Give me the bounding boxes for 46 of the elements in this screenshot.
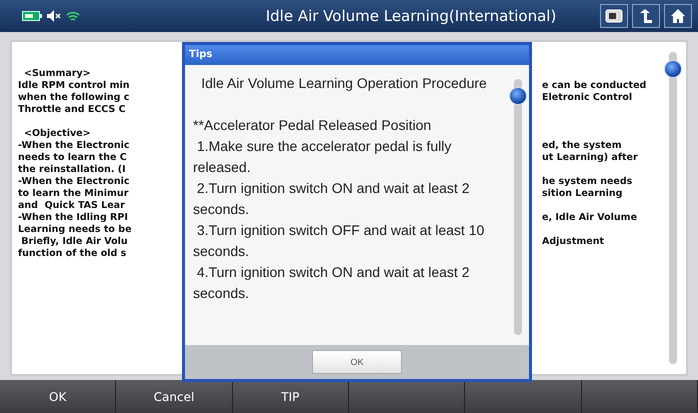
document-text: function of the old s <box>18 248 126 260</box>
home-icon <box>670 8 686 24</box>
back-arrow-icon <box>638 8 654 24</box>
dialog-text: 3.Turn ignition switch OFF and wait at least 10 seconds. <box>193 221 486 261</box>
document-text: sition Learning <box>542 188 622 200</box>
document-text: the reinstallation. (I <box>18 164 126 176</box>
document-text: he system needs <box>542 176 632 188</box>
document-text: <Summary> <box>23 68 91 80</box>
document-text: Learning needs to be <box>18 224 132 236</box>
dialog-text: 2.Turn ignition switch ON and wait at least 2 seconds. <box>193 179 471 219</box>
document-text: ut Learning) after <box>542 152 638 164</box>
document-text: Idle RPM control min <box>18 80 130 92</box>
toolbar-button[interactable]: OK <box>0 380 116 413</box>
wifi-icon <box>66 10 80 22</box>
document-text: Briefly, Idle Air Volu <box>20 236 128 248</box>
toolbar-button[interactable]: Cancel <box>116 380 233 413</box>
document-text: when the following c <box>18 92 130 104</box>
back-button[interactable] <box>632 4 660 28</box>
home-button[interactable] <box>664 4 692 28</box>
screenshot-button[interactable] <box>600 4 628 28</box>
scrollbar[interactable] <box>509 79 527 335</box>
scrollbar[interactable] <box>664 52 682 364</box>
dialog-title: Tips <box>185 45 529 65</box>
dialog-text: 4.Turn ignition switch ON and wait at least 2 seconds. <box>193 263 471 303</box>
document-text: e can be conducted <box>542 80 646 92</box>
document-text: to learn the Minimur <box>18 188 128 200</box>
speaker-muted-icon <box>47 10 61 22</box>
document-text: -When the Electronic <box>18 140 130 152</box>
document-text: e, Idle Air Volume <box>542 212 638 224</box>
battery-icon <box>22 11 42 21</box>
document-text: -When the Idling RPI <box>18 212 128 224</box>
toolbar-button[interactable]: TIP <box>232 380 349 413</box>
document-text: needs to learn the C <box>18 152 127 164</box>
screen-icon <box>605 9 623 23</box>
dialog-text: **Accelerator Pedal Released Position <box>193 116 432 135</box>
document-text: -When the Electronic <box>18 176 130 188</box>
dialog-text: Idle Air Volume Learning Operation Procedure <box>200 74 488 93</box>
document-text: Adjustment <box>542 236 604 248</box>
document-text: ed, the system <box>542 140 622 152</box>
document-text: Eletronic Control <box>542 92 632 104</box>
dialog-text: 1.Make sure the accelerator pedal is fully released. <box>193 137 452 177</box>
document-text: and Quick TAS Lear <box>18 200 125 212</box>
document-text: Throttle and ECCS C <box>18 104 126 116</box>
ok-button[interactable]: OK <box>312 350 402 374</box>
document-text: <Objective> <box>23 128 91 140</box>
window-title: Idle Air Volume Learning(International) <box>264 7 558 25</box>
